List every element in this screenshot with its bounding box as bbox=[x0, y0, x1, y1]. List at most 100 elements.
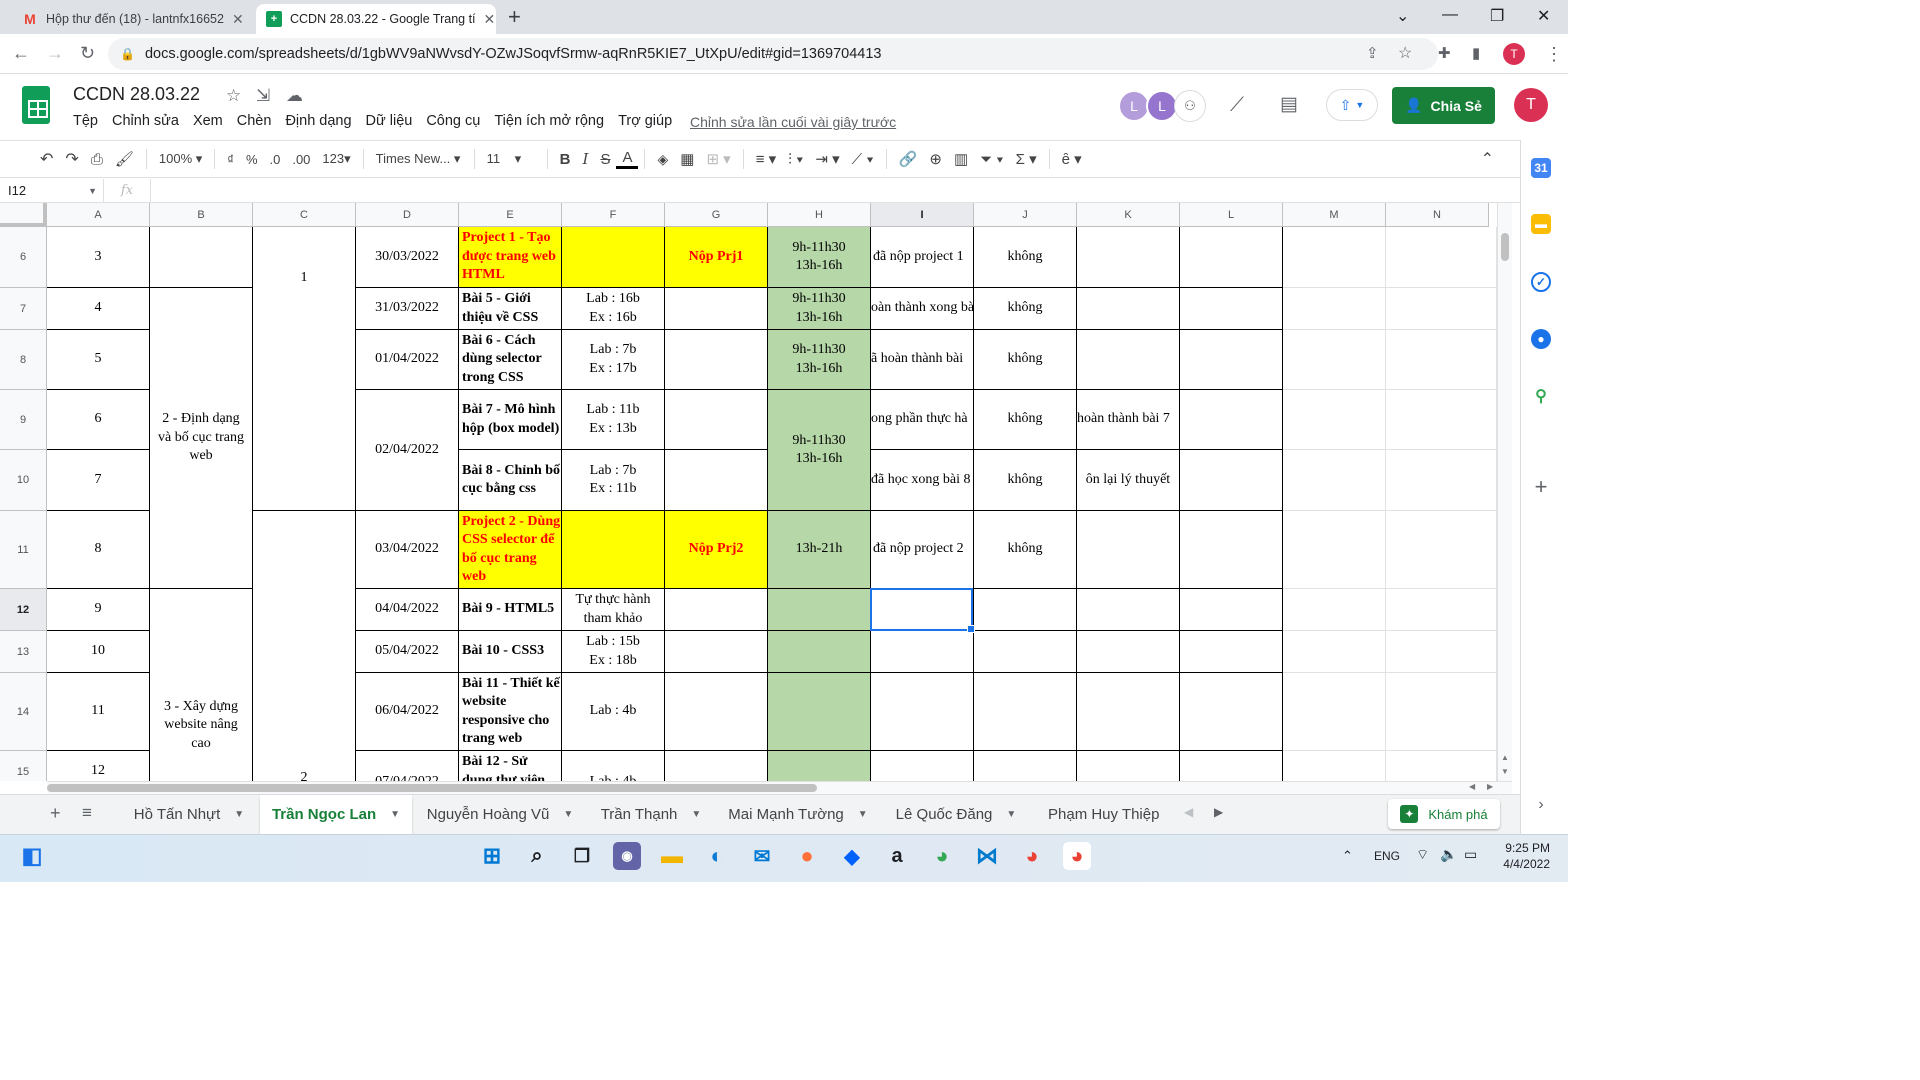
cell-k13[interactable] bbox=[1077, 631, 1180, 673]
cell-e9[interactable]: Bài 7 - Mô hình hộp (box model) bbox=[459, 390, 562, 450]
cell-h9-merged[interactable]: 9h-11h30 13h-16h bbox=[768, 390, 871, 511]
cell-k10[interactable]: ôn lại lý thuyết bbox=[1077, 450, 1180, 511]
cell-j7[interactable]: không bbox=[974, 288, 1077, 330]
sheet-tab-1[interactable]: Trần Ngọc Lan ▼ bbox=[260, 795, 412, 834]
menu-format[interactable]: Định dạng bbox=[285, 113, 351, 129]
cell-g8[interactable] bbox=[665, 330, 768, 390]
cell-m13[interactable] bbox=[1283, 631, 1386, 673]
cell-n14[interactable] bbox=[1386, 673, 1497, 751]
cell-e15[interactable]: Bài 12 - Sử dụng thư viện bbox=[459, 751, 562, 781]
maximize-button[interactable]: ❐ bbox=[1490, 6, 1504, 26]
calendar-icon[interactable]: 31 bbox=[1531, 158, 1551, 178]
browser-tab-gmail[interactable]: M Hộp thư đến (18) - lantnfx16652 ✕ bbox=[12, 4, 252, 34]
cell-j12[interactable] bbox=[974, 589, 1077, 631]
cell-a12[interactable]: 9 bbox=[47, 589, 150, 631]
column-header-f[interactable]: F bbox=[562, 203, 665, 227]
firefox-icon[interactable]: ● bbox=[793, 842, 821, 870]
zoom-select[interactable]: 100% ▾ bbox=[153, 151, 208, 167]
account-avatar[interactable]: T bbox=[1514, 88, 1548, 122]
browser-tab-sheets[interactable]: + CCDN 28.03.22 - Google Trang tí ✕ bbox=[256, 4, 496, 34]
increase-decimal-button[interactable]: .00 bbox=[286, 152, 316, 167]
cell-k7[interactable] bbox=[1077, 288, 1180, 330]
cell-g10[interactable] bbox=[665, 450, 768, 511]
cell-e14[interactable]: Bài 11 - Thiết kế website responsive cho… bbox=[459, 673, 562, 751]
cell-d11[interactable]: 03/04/2022 bbox=[356, 511, 459, 589]
column-header-d[interactable]: D bbox=[356, 203, 459, 227]
collapse-menus-icon[interactable]: ⌃ bbox=[1475, 149, 1500, 169]
cell-l15[interactable] bbox=[1180, 751, 1283, 781]
file-explorer-icon[interactable]: ▬ bbox=[658, 842, 686, 870]
cell-j14[interactable] bbox=[974, 673, 1077, 751]
percent-format-button[interactable]: % bbox=[240, 152, 264, 167]
cell-d6[interactable]: 30/03/2022 bbox=[356, 227, 459, 288]
close-tab-icon[interactable]: ✕ bbox=[484, 11, 496, 28]
scroll-down-icon[interactable]: ▼ bbox=[1501, 767, 1509, 776]
column-header-k[interactable]: K bbox=[1077, 203, 1180, 227]
cell-g9[interactable] bbox=[665, 390, 768, 450]
cell-m10[interactable] bbox=[1283, 450, 1386, 511]
cell-k9[interactable]: hoàn thành bài 7 bbox=[1077, 390, 1180, 450]
cell-m6[interactable] bbox=[1283, 227, 1386, 288]
cell-d8[interactable]: 01/04/2022 bbox=[356, 330, 459, 390]
redo-icon[interactable]: ↷ bbox=[59, 149, 84, 169]
cell-f13[interactable]: Lab : 15b Ex : 18b bbox=[562, 631, 665, 673]
cell-h15[interactable] bbox=[768, 751, 871, 781]
column-header-m[interactable]: M bbox=[1283, 203, 1386, 227]
cell-g13[interactable] bbox=[665, 631, 768, 673]
cell-l12[interactable] bbox=[1180, 589, 1283, 631]
scroll-tabs-left-icon[interactable]: ◀ bbox=[1184, 805, 1193, 819]
move-folder-icon[interactable]: ⇲ bbox=[256, 86, 270, 106]
cell-k6[interactable] bbox=[1077, 227, 1180, 288]
font-family-select[interactable]: Times New... ▾ bbox=[370, 151, 468, 167]
insert-comment-icon[interactable]: ⊕ bbox=[923, 150, 948, 168]
cell-k12[interactable] bbox=[1077, 589, 1180, 631]
undo-icon[interactable]: ↶ bbox=[34, 149, 59, 169]
row-header-14[interactable]: 14 bbox=[0, 673, 47, 751]
menu-insert[interactable]: Chèn bbox=[237, 113, 272, 129]
get-add-ons-icon[interactable]: + bbox=[1531, 474, 1551, 499]
cell-f7[interactable]: Lab : 16b Ex : 16b bbox=[562, 288, 665, 330]
teams-chat-icon[interactable]: ◉ bbox=[613, 842, 641, 870]
cell-d14[interactable]: 06/04/2022 bbox=[356, 673, 459, 751]
cell-a15[interactable]: 12 bbox=[47, 751, 150, 781]
cell-j10[interactable]: không bbox=[974, 450, 1077, 511]
row-header-9[interactable]: 9 bbox=[0, 390, 47, 450]
vertical-scroll-thumb[interactable] bbox=[1501, 233, 1509, 261]
last-edit-link[interactable]: Chỉnh sửa lần cuối vài giây trước bbox=[690, 114, 896, 130]
keep-icon[interactable]: ▬ bbox=[1531, 214, 1551, 234]
cell-e12[interactable]: Bài 9 - HTML5 bbox=[459, 589, 562, 631]
cell-i7[interactable]: oàn thành xong bà bbox=[871, 288, 974, 330]
cell-b7-merged[interactable]: 2 - Định dạng và bố cục trang web bbox=[150, 288, 253, 589]
functions-icon[interactable]: Σ ▾ bbox=[1010, 150, 1043, 168]
cell-a7[interactable]: 4 bbox=[47, 288, 150, 330]
row-header-12[interactable]: 12 bbox=[0, 589, 47, 631]
cell-n9[interactable] bbox=[1386, 390, 1497, 450]
cell-e10[interactable]: Bài 8 - Chỉnh bố cục bằng css bbox=[459, 450, 562, 511]
hide-side-panel-icon[interactable]: › bbox=[1531, 795, 1551, 815]
close-window-button[interactable]: ✕ bbox=[1537, 6, 1550, 26]
cell-d7[interactable]: 31/03/2022 bbox=[356, 288, 459, 330]
sheet-tab-2[interactable]: Nguyễn Hoàng Vũ ▼ bbox=[414, 795, 586, 834]
share-button[interactable]: 👤 Chia Sẻ bbox=[1392, 87, 1495, 124]
cell-m8[interactable] bbox=[1283, 330, 1386, 390]
cell-e6[interactable]: Project 1 - Tạo được trang web HTML bbox=[459, 227, 562, 288]
cell-h8[interactable]: 9h-11h30 13h-16h bbox=[768, 330, 871, 390]
paint-format-icon[interactable]: 🖌 bbox=[109, 150, 140, 168]
filter-icon[interactable]: ⏷ ▾ bbox=[974, 151, 1010, 168]
cell-d12[interactable]: 04/04/2022 bbox=[356, 589, 459, 631]
cell-h14[interactable] bbox=[768, 673, 871, 751]
tasks-icon[interactable]: ✓ bbox=[1531, 272, 1551, 292]
activity-dashboard-icon[interactable]: ⟋ bbox=[1230, 94, 1244, 117]
cell-n12[interactable] bbox=[1386, 589, 1497, 631]
column-header-b[interactable]: B bbox=[150, 203, 253, 227]
row-header-10[interactable]: 10 bbox=[0, 450, 47, 511]
horizontal-scroll-thumb[interactable] bbox=[47, 784, 817, 792]
cell-j13[interactable] bbox=[974, 631, 1077, 673]
decrease-decimal-button[interactable]: .0 bbox=[264, 152, 287, 167]
cell-i11[interactable]: đã nộp project 2 bbox=[871, 511, 974, 589]
row-header-7[interactable]: 7 bbox=[0, 288, 47, 330]
menu-edit[interactable]: Chỉnh sửa bbox=[112, 113, 179, 129]
back-icon[interactable]: ← bbox=[12, 42, 30, 64]
show-hidden-icons[interactable]: ⌃ bbox=[1342, 848, 1353, 864]
cell-b12-merged[interactable]: 3 - Xây dựng website nâng cao bbox=[150, 589, 253, 781]
